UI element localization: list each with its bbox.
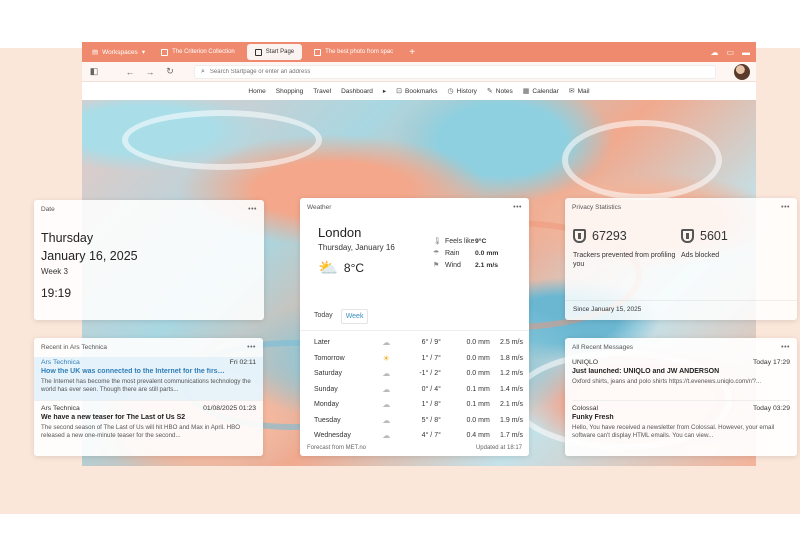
browser-titlebar: ▤ Workspaces ▾ The Criterion Collection … <box>82 42 756 62</box>
full-date: January 16, 2025 <box>41 249 138 263</box>
chevron-down-icon: ▾ <box>141 49 146 56</box>
tab-today[interactable]: Today <box>310 309 337 324</box>
forecast-row: Sunday ☁ 0° / 4° 0.1 mm 1.4 m/s <box>314 384 523 394</box>
tab-label: The Criterion Collection <box>172 49 235 55</box>
widget-title: Privacy Statistics <box>572 204 622 211</box>
messages-widget: All Recent Messages ••• UNIQLO Today 17:2… <box>565 338 797 456</box>
more-icon[interactable]: ••• <box>781 344 790 351</box>
forecast-row: Tuesday ☁ 5° / 8° 0.0 mm 1.9 m/s <box>314 415 523 425</box>
tab-start-page[interactable]: Start Page <box>246 44 303 60</box>
reload-icon[interactable]: ↻ <box>164 66 176 77</box>
address-toolbar: ◧ ← → ↻ ⌕ <box>82 62 756 82</box>
tab-space-photo[interactable]: The best photo from spac <box>306 44 401 60</box>
thermometer-icon: 🌡 <box>433 238 442 245</box>
sun-icon: ☀ <box>382 353 390 363</box>
more-icon[interactable]: ••• <box>248 206 257 213</box>
since-date: Since January 15, 2025 <box>573 306 642 313</box>
notes-icon: ✎ <box>486 88 493 95</box>
tab-label: The best photo from spac <box>325 49 394 55</box>
forecast-row: Later ☁ 6° / 9° 0.0 mm 2.5 m/s <box>314 338 523 348</box>
trash-icon[interactable]: ▭ <box>726 48 734 57</box>
nav-travel[interactable]: Travel <box>313 88 331 95</box>
shield-icon <box>681 229 694 243</box>
updated-time: Updated at 18:17 <box>475 445 522 451</box>
page-icon <box>161 48 169 56</box>
rain-icon: ☂ <box>433 250 440 257</box>
forward-icon[interactable]: → <box>144 67 156 77</box>
trackers-label: Trackers prevented from profiling you <box>573 252 676 269</box>
new-tab-icon[interactable]: + <box>405 47 419 58</box>
forecast-source[interactable]: Forecast from MET.no <box>307 445 366 451</box>
address-bar[interactable]: ⌕ <box>194 64 716 79</box>
nav-shopping[interactable]: Shopping <box>276 88 303 95</box>
grid-icon <box>254 48 262 56</box>
tab-week[interactable]: Week <box>340 309 369 324</box>
clock-time: 19:19 <box>41 286 72 300</box>
cloud-icon: ☁ <box>382 384 391 394</box>
more-icon[interactable]: ••• <box>513 204 522 211</box>
cloud-rain-icon: ☁ <box>382 431 391 441</box>
tab-criterion[interactable]: The Criterion Collection <box>153 44 243 60</box>
widget-title: All Recent Messages <box>572 344 634 351</box>
nav-bookmarks[interactable]: ⊡ Bookmarks <box>396 87 437 96</box>
avatar[interactable] <box>734 63 750 80</box>
nav-dashboard[interactable]: Dashboard <box>341 88 373 95</box>
page-icon <box>314 48 322 56</box>
nav-home[interactable]: Home <box>248 88 265 95</box>
message-item[interactable]: UNIQLO Today 17:29 Just launched: UNIQLO … <box>572 359 790 401</box>
cloud-icon: ☁ <box>382 338 391 348</box>
workspaces-icon: ▤ <box>92 49 99 56</box>
tab-label: Start Page <box>265 49 295 55</box>
date-widget: Date ••• Thursday January 16, 2025 Week … <box>34 200 264 320</box>
forecast-row: Tomorrow ☀ 1° / 7° 0.0 mm 1.8 m/s <box>314 353 523 363</box>
weather-widget: Weather ••• London Thursday, January 16 … <box>300 198 529 456</box>
widget-title: Recent in Ars Technica <box>41 344 107 351</box>
workspaces-button[interactable]: ▤ Workspaces ▾ <box>88 44 149 60</box>
bookmarks-bar: Home Shopping Travel Dashboard ▸ ⊡ Bookma… <box>82 82 756 100</box>
sidebar-toggle-icon[interactable]: ◧ <box>88 66 100 77</box>
more-icon[interactable]: ••• <box>247 344 256 351</box>
forecast-table: Later ☁ 6° / 9° 0.0 mm 2.5 m/s Tomorrow ☀ 1° /… <box>300 330 529 444</box>
ads-count: 5601 <box>700 229 728 243</box>
weather-date: Thursday, January 16 <box>318 243 395 252</box>
partly-cloudy-icon: ⛅ <box>318 260 338 277</box>
mail-icon: ✉ <box>568 88 575 95</box>
city-name: London <box>318 225 362 240</box>
ads-label: Ads blocked <box>681 252 720 259</box>
forecast-row: Monday ☁ 1° / 8° 0.1 mm 2.1 m/s <box>314 400 523 410</box>
current-temp: 8°C <box>343 261 365 275</box>
ars-technica-widget: Recent in Ars Technica ••• Ars Technica F… <box>34 338 263 456</box>
minimize-icon[interactable]: ▬ <box>742 48 750 57</box>
history-icon: ◷ <box>447 88 454 95</box>
cloud-rain-icon: ☁ <box>382 400 391 410</box>
cloud-icon[interactable]: ☁ <box>710 48 718 57</box>
feed-item[interactable]: Ars Technica Fri 02:11 How the UK was con… <box>34 357 263 401</box>
cloud-rain-icon: ☁ <box>382 415 391 425</box>
feed-item[interactable]: Ars Technica 01/08/2025 01:23 We have a n… <box>41 405 256 446</box>
nav-mail[interactable]: ✉ Mail <box>568 87 590 96</box>
play-icon[interactable]: ▸ <box>383 87 386 95</box>
nav-history[interactable]: ◷ History <box>447 87 477 96</box>
week-number: Week 3 <box>41 267 68 276</box>
bookmark-icon: ⊡ <box>396 88 403 95</box>
trackers-count: 67293 <box>592 229 627 243</box>
cloud-icon: ☁ <box>382 369 391 379</box>
more-icon[interactable]: ••• <box>781 204 790 211</box>
message-item[interactable]: Colossal Today 03:29 Funky Fresh Hello, Y… <box>572 405 790 446</box>
shield-icon <box>573 229 586 243</box>
widget-title: Weather <box>307 204 332 211</box>
address-input[interactable] <box>209 68 709 75</box>
nav-notes[interactable]: ✎ Notes <box>486 87 513 96</box>
forecast-row: Saturday ☁ -1° / 2° 0.0 mm 1.2 m/s <box>314 369 523 379</box>
nav-calendar[interactable]: ▦ Calendar <box>522 87 559 96</box>
weekday: Thursday <box>41 231 94 245</box>
wind-icon: ⚑ <box>433 262 440 269</box>
privacy-widget: Privacy Statistics ••• 67293 Trackers pr… <box>565 198 797 320</box>
forecast-row: Wednesday ☁ 4° / 7° 0.4 mm 1.7 m/s <box>314 431 523 441</box>
workspaces-label: Workspaces <box>102 48 138 56</box>
back-icon[interactable]: ← <box>124 67 136 77</box>
widget-title: Date <box>41 206 55 213</box>
search-icon: ⌕ <box>201 67 205 75</box>
calendar-icon: ▦ <box>522 88 530 95</box>
